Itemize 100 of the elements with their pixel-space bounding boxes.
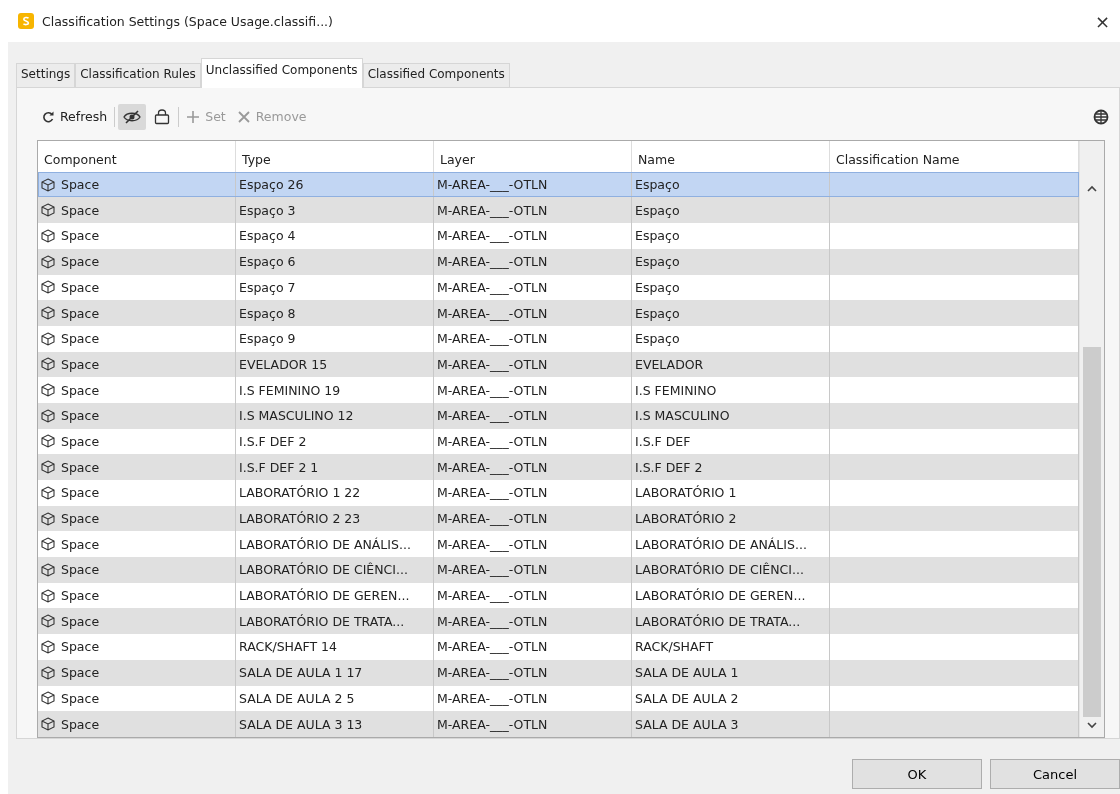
table-cell: Space bbox=[61, 613, 100, 629]
table-cell: I.S FEMININO 19 bbox=[236, 377, 434, 403]
cube-icon bbox=[41, 691, 55, 706]
table-cell: Space bbox=[61, 356, 100, 372]
table-row[interactable]: Space SALA DE AULA 1 17 M-AREA-___-OTLN SALA DE AULA 1 bbox=[38, 659, 1079, 686]
table-row[interactable]: Space LABORATÓRIO 2 23 M-AREA-___-OTLN LABORATÓRIO 2 bbox=[38, 505, 1079, 532]
ok-button[interactable]: OK bbox=[852, 759, 982, 789]
table-cell: Espaço 4 bbox=[236, 223, 434, 249]
scrollbar[interactable] bbox=[1079, 141, 1104, 737]
table-cell: M-AREA-___-OTLN bbox=[434, 197, 632, 224]
cube-icon bbox=[41, 485, 55, 500]
cancel-button[interactable]: Cancel bbox=[990, 759, 1120, 789]
cube-icon bbox=[41, 588, 55, 603]
cube-icon bbox=[41, 511, 55, 526]
column-header[interactable]: Layer bbox=[434, 141, 632, 172]
table-cell: Space bbox=[61, 639, 100, 655]
table-cell: LABORATÓRIO 1 bbox=[632, 480, 830, 506]
table-cell: M-AREA-___-OTLN bbox=[434, 402, 632, 429]
table-cell: M-AREA-___-OTLN bbox=[434, 608, 632, 635]
table-cell: SALA DE AULA 1 bbox=[632, 659, 830, 686]
table-cell: Space bbox=[61, 459, 100, 475]
table-cell: Space bbox=[61, 177, 100, 193]
cube-icon bbox=[41, 331, 55, 346]
table-cell: LABORATÓRIO 2 bbox=[632, 505, 830, 532]
table-row[interactable]: Space LABORATÓRIO DE CIÊNCI... M-AREA-___-OTLN LABORATÓRIO DE CIÊNCI... bbox=[38, 557, 1079, 583]
tab[interactable]: Classification Rules bbox=[75, 63, 201, 87]
cube-icon bbox=[41, 229, 55, 243]
table-row[interactable]: Space I.S MASCULINO 12 M-AREA-___-OTLN I.S MASCULINO bbox=[38, 402, 1079, 429]
table-cell: M-AREA-___-OTLN bbox=[434, 300, 632, 326]
table-cell: Espaço bbox=[632, 325, 830, 352]
table-row[interactable]: Space Espaço 3 M-AREA-___-OTLN Espaço bbox=[38, 197, 1079, 224]
refresh-button[interactable]: Refresh bbox=[37, 103, 112, 130]
cube-icon bbox=[41, 640, 55, 654]
crossed-eye-icon bbox=[123, 109, 142, 124]
table-cell: Space bbox=[61, 665, 100, 681]
table-cell: M-AREA-___-OTLN bbox=[434, 634, 632, 660]
cube-icon bbox=[41, 306, 55, 321]
table-cell: SALA DE AULA 1 17 bbox=[236, 659, 434, 686]
table-cell: Space bbox=[61, 331, 100, 347]
table-cell: M-AREA-___-OTLN bbox=[434, 377, 632, 403]
table-cell: Space bbox=[61, 690, 100, 706]
cube-icon bbox=[41, 562, 55, 577]
table-cell: I.S FEMININO bbox=[632, 377, 830, 403]
table-cell: Espaço bbox=[632, 223, 830, 249]
scroll-up-icon[interactable] bbox=[1087, 185, 1097, 193]
table-cell: Espaço bbox=[632, 248, 830, 275]
cube-icon bbox=[41, 537, 55, 552]
column-header[interactable]: Component bbox=[38, 141, 236, 172]
table-cell: M-AREA-___-OTLN bbox=[434, 248, 632, 275]
table-row[interactable]: Space SALA DE AULA 3 13 M-AREA-___-OTLN SALA DE AULA 3 bbox=[38, 711, 1079, 737]
cube-icon bbox=[41, 408, 55, 423]
table-cell: Space bbox=[61, 305, 100, 321]
tab[interactable]: Unclassified Components bbox=[200, 58, 363, 88]
tab[interactable]: Classified Components bbox=[362, 63, 510, 87]
table-cell: RACK/SHAFT bbox=[632, 634, 830, 660]
table-cell: Space bbox=[61, 588, 100, 604]
x-icon bbox=[236, 109, 251, 124]
column-header[interactable]: Type bbox=[236, 141, 434, 172]
table-cell: Espaço 8 bbox=[236, 300, 434, 326]
table-row[interactable]: Space I.S.F DEF 2 1 M-AREA-___-OTLN I.S.F DEF 2 bbox=[38, 454, 1079, 480]
cube-icon bbox=[41, 203, 55, 218]
table-row[interactable]: Space Espaço 26 M-AREA-___-OTLN Espaço bbox=[38, 171, 1079, 198]
table-cell: Space bbox=[61, 228, 100, 244]
table-row[interactable]: Space Espaço 8 M-AREA-___-OTLN Espaço bbox=[38, 300, 1079, 326]
table-cell: Space bbox=[61, 408, 100, 424]
table-cell: Space bbox=[61, 511, 100, 527]
window-title: Classification Settings (Space Usage.classifi...) bbox=[42, 13, 333, 29]
table-cell: Espaço bbox=[632, 300, 830, 326]
cube-icon bbox=[41, 717, 55, 732]
table-cell: Space bbox=[61, 279, 100, 295]
table-cell: Space bbox=[61, 382, 100, 398]
scroll-down-icon[interactable] bbox=[1087, 721, 1097, 729]
table-cell: Space bbox=[61, 562, 100, 578]
table-cell: Espaço bbox=[632, 197, 830, 224]
table-row[interactable]: Space EVELADOR 15 M-AREA-___-OTLN EVELADOR bbox=[38, 351, 1079, 378]
plus-icon bbox=[186, 109, 201, 124]
column-header[interactable]: Name bbox=[632, 141, 830, 172]
table-row[interactable]: Space LABORATÓRIO DE TRATA... M-AREA-___-OTLN LABORATÓRIO DE TRATA... bbox=[38, 608, 1079, 635]
table-cell: I.S MASCULINO bbox=[632, 402, 830, 429]
cube-icon bbox=[41, 357, 55, 372]
hidden-eye-button[interactable] bbox=[118, 103, 147, 130]
table-row[interactable]: Space Espaço 6 M-AREA-___-OTLN Espaço bbox=[38, 248, 1079, 275]
table-cell: LABORATÓRIO DE TRATA... bbox=[236, 608, 434, 635]
table-cell: M-AREA-___-OTLN bbox=[434, 325, 632, 352]
table-cell: Space bbox=[61, 485, 100, 501]
table-cell: EVELADOR bbox=[632, 351, 830, 378]
table-cell: M-AREA-___-OTLN bbox=[434, 557, 632, 583]
tab[interactable]: Settings bbox=[16, 63, 76, 87]
globe-icon[interactable] bbox=[1093, 108, 1109, 125]
table-cell: LABORATÓRIO DE TRATA... bbox=[632, 608, 830, 635]
table-cell: I.S MASCULINO 12 bbox=[236, 402, 434, 429]
close-button[interactable]: × bbox=[1094, 10, 1110, 32]
table-cell: Space bbox=[61, 202, 100, 218]
table-cell: M-AREA-___-OTLN bbox=[434, 223, 632, 249]
table-cell: Espaço 9 bbox=[236, 325, 434, 352]
table-cell: RACK/SHAFT 14 bbox=[236, 634, 434, 660]
table-cell: M-AREA-___-OTLN bbox=[434, 351, 632, 378]
table-cell: M-AREA-___-OTLN bbox=[434, 454, 632, 480]
table-cell: LABORATÓRIO DE CIÊNCI... bbox=[632, 557, 830, 583]
cube-icon bbox=[41, 254, 55, 269]
